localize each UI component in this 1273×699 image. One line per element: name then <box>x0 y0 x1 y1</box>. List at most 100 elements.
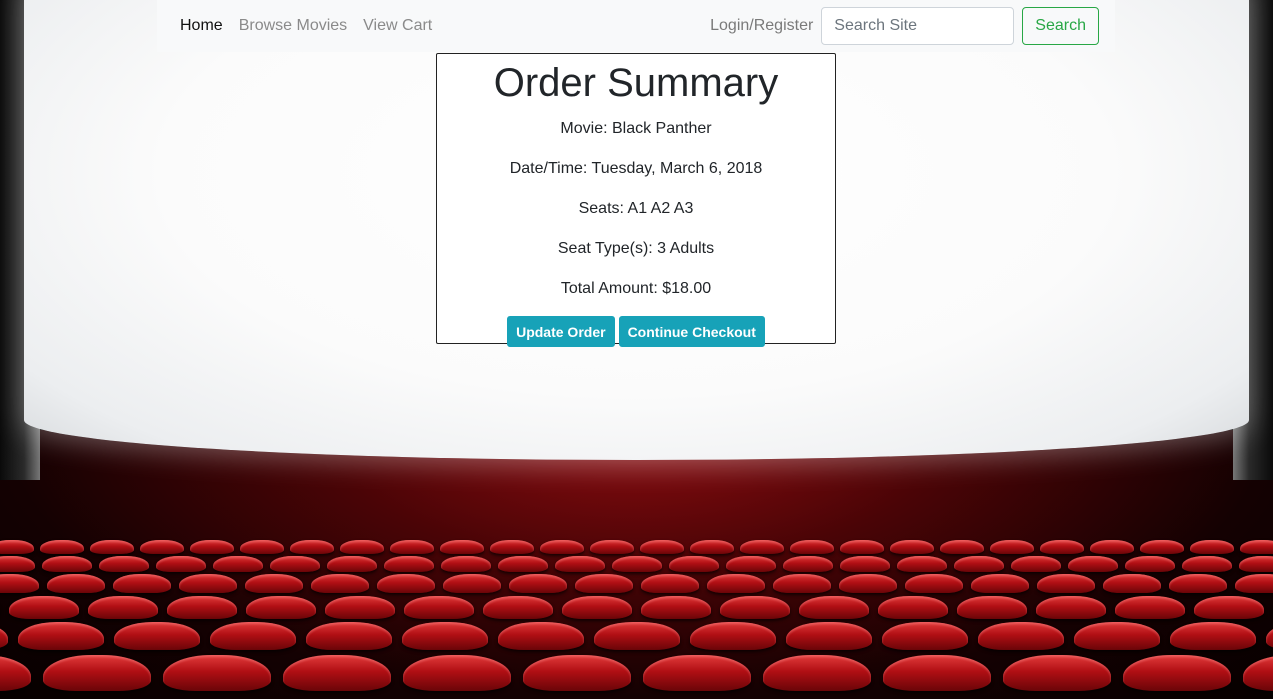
theater-seat <box>668 556 719 572</box>
theater-seat <box>269 556 320 572</box>
theater-seat <box>839 540 884 554</box>
theater-seat <box>1115 596 1185 619</box>
theater-seat <box>762 655 871 691</box>
theater-seat <box>0 556 35 572</box>
theater-seat <box>1010 556 1061 572</box>
theater-seat <box>689 540 734 554</box>
theater-seat <box>539 540 584 554</box>
theater-seat <box>305 622 392 650</box>
theater-seat <box>1036 596 1106 619</box>
theater-seat <box>1265 622 1273 650</box>
theater-seat <box>244 574 303 593</box>
order-seats: Seats: A1 A2 A3 <box>578 200 694 217</box>
nav-link-browse-movies[interactable]: Browse Movies <box>239 17 347 35</box>
theater-seat <box>896 556 947 572</box>
theater-seat <box>839 556 890 572</box>
theater-seat <box>1067 556 1118 572</box>
theater-seat <box>725 556 776 572</box>
seat-row <box>0 540 1273 554</box>
theater-seat <box>17 622 104 650</box>
theater-seat <box>497 622 584 650</box>
theater-seat <box>593 622 680 650</box>
theater-seat <box>483 596 553 619</box>
theater-seat <box>508 574 567 593</box>
theater-seat <box>562 596 632 619</box>
order-summary-title: Order Summary <box>493 61 779 105</box>
theater-seat <box>310 574 369 593</box>
theater-seat <box>246 596 316 619</box>
theater-seat <box>402 655 511 691</box>
login-register-link[interactable]: Login/Register <box>710 17 813 35</box>
update-order-button[interactable]: Update Order <box>507 316 615 347</box>
theater-seat <box>0 622 8 650</box>
theater-seat <box>442 574 501 593</box>
theater-seat <box>9 596 79 619</box>
theater-seat <box>178 574 237 593</box>
theater-seat <box>1194 596 1264 619</box>
theater-seat <box>167 596 237 619</box>
theater-seat <box>1169 622 1256 650</box>
nav-link-home[interactable]: Home <box>180 17 223 35</box>
theater-seat <box>113 622 200 650</box>
theater-seat <box>0 574 39 593</box>
theater-seat <box>46 574 105 593</box>
theater-seat <box>611 556 662 572</box>
continue-checkout-button[interactable]: Continue Checkout <box>618 316 765 347</box>
theater-seat <box>326 556 377 572</box>
theater-seat <box>970 574 1029 593</box>
theater-seat <box>339 540 384 554</box>
theater-seat <box>139 540 184 554</box>
theater-seat <box>162 655 271 691</box>
theater-seat <box>522 655 631 691</box>
theater-seat <box>282 655 391 691</box>
theater-seat <box>212 556 263 572</box>
theater-seat <box>239 540 284 554</box>
theater-seat <box>1002 655 1111 691</box>
theater-seat <box>1168 574 1227 593</box>
theater-seat <box>953 556 1004 572</box>
order-seat-types: Seat Type(s): 3 Adults <box>557 240 715 257</box>
order-movie: Movie: Black Panther <box>560 120 712 137</box>
theater-seat <box>189 540 234 554</box>
seat-row <box>0 596 1273 619</box>
theater-seat <box>404 596 474 619</box>
theater-seat <box>642 655 751 691</box>
theater-seat <box>882 655 991 691</box>
theater-seat <box>376 574 435 593</box>
search-button[interactable]: Search <box>1022 7 1099 45</box>
theater-seat <box>1039 540 1084 554</box>
theater-seat <box>1102 574 1161 593</box>
theater-seat <box>957 596 1027 619</box>
theater-seat <box>641 596 711 619</box>
theater-seat <box>881 622 968 650</box>
theater-seat <box>389 540 434 554</box>
theater-seat <box>1122 655 1231 691</box>
theater-seat <box>589 540 634 554</box>
theater-seat <box>1181 556 1232 572</box>
seat-row <box>0 556 1273 572</box>
seat-row <box>0 574 1273 593</box>
theater-seat <box>98 556 149 572</box>
theater-seat <box>1234 574 1273 593</box>
theater-seat <box>325 596 395 619</box>
search-input[interactable] <box>821 7 1015 45</box>
theater-seat <box>989 540 1034 554</box>
theater-seat <box>574 574 633 593</box>
nav-link-view-cart[interactable]: View Cart <box>363 17 432 35</box>
theater-seat <box>977 622 1064 650</box>
theater-seat <box>1124 556 1175 572</box>
theater-seat <box>39 540 84 554</box>
order-actions: Update Order Continue Checkout <box>437 316 835 347</box>
theater-seat <box>289 540 334 554</box>
theater-seat <box>838 574 897 593</box>
order-summary-card: Order Summary Movie: Black Panther Date/… <box>436 53 836 347</box>
theater-seat <box>42 655 151 691</box>
theater-seat <box>639 540 684 554</box>
theater-seat <box>889 540 934 554</box>
theater-seat <box>89 540 134 554</box>
nav-right: Login/Register Search <box>710 7 1099 45</box>
theater-seat <box>41 556 92 572</box>
theater-seat <box>155 556 206 572</box>
theater-seat <box>904 574 963 593</box>
theater-seat <box>939 540 984 554</box>
